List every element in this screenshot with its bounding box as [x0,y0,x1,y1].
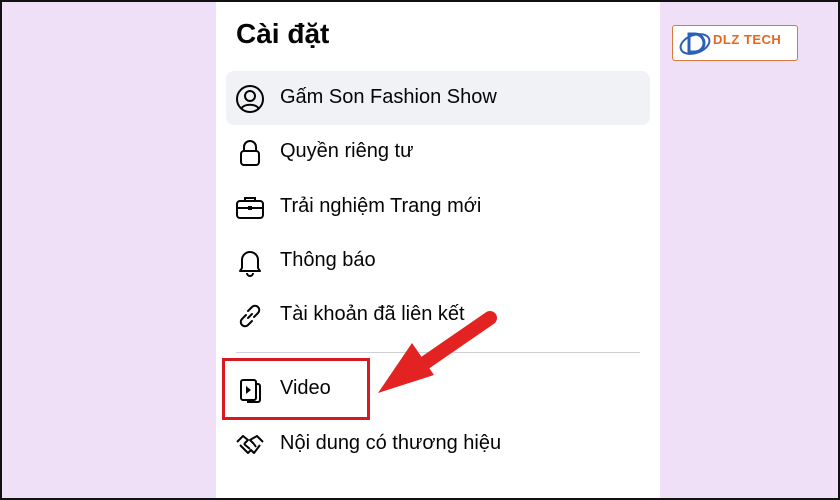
menu-item-label: Trải nghiệm Trang mới [280,195,482,217]
video-highlight-box [222,358,370,420]
briefcase-icon [234,192,266,224]
dlz-logo-icon [679,32,711,55]
brand-name: DLZ TECH [713,32,782,47]
menu-item-label: Quyền riêng tư [280,140,414,162]
menu-item-linked-accounts[interactable]: Tài khoản đã liên kết [226,288,650,342]
brand-logo: DLZ TECH [672,25,798,61]
menu-item-label: Thông báo [280,249,376,271]
menu-item-label: Nội dung có thương hiệu [280,432,502,454]
menu-item-notifications[interactable]: Thông báo [226,234,650,288]
profile-icon [234,83,266,115]
bell-icon [234,246,266,278]
lock-icon [234,137,266,169]
link-icon [234,300,266,332]
menu-item-profile[interactable]: Gấm Son Fashion Show [226,71,650,125]
menu-divider [236,352,640,353]
menu-item-label: Gấm Son Fashion Show [280,86,497,108]
handshake-icon [234,429,266,461]
menu-item-new-page-experience[interactable]: Trải nghiệm Trang mới [226,180,650,234]
menu-item-privacy[interactable]: Quyền riêng tư [226,125,650,179]
menu-item-label: Tài khoản đã liên kết [280,303,465,325]
menu-item-branded-content[interactable]: Nội dung có thương hiệu [226,417,650,471]
page-title: Cài đặt [236,18,330,49]
